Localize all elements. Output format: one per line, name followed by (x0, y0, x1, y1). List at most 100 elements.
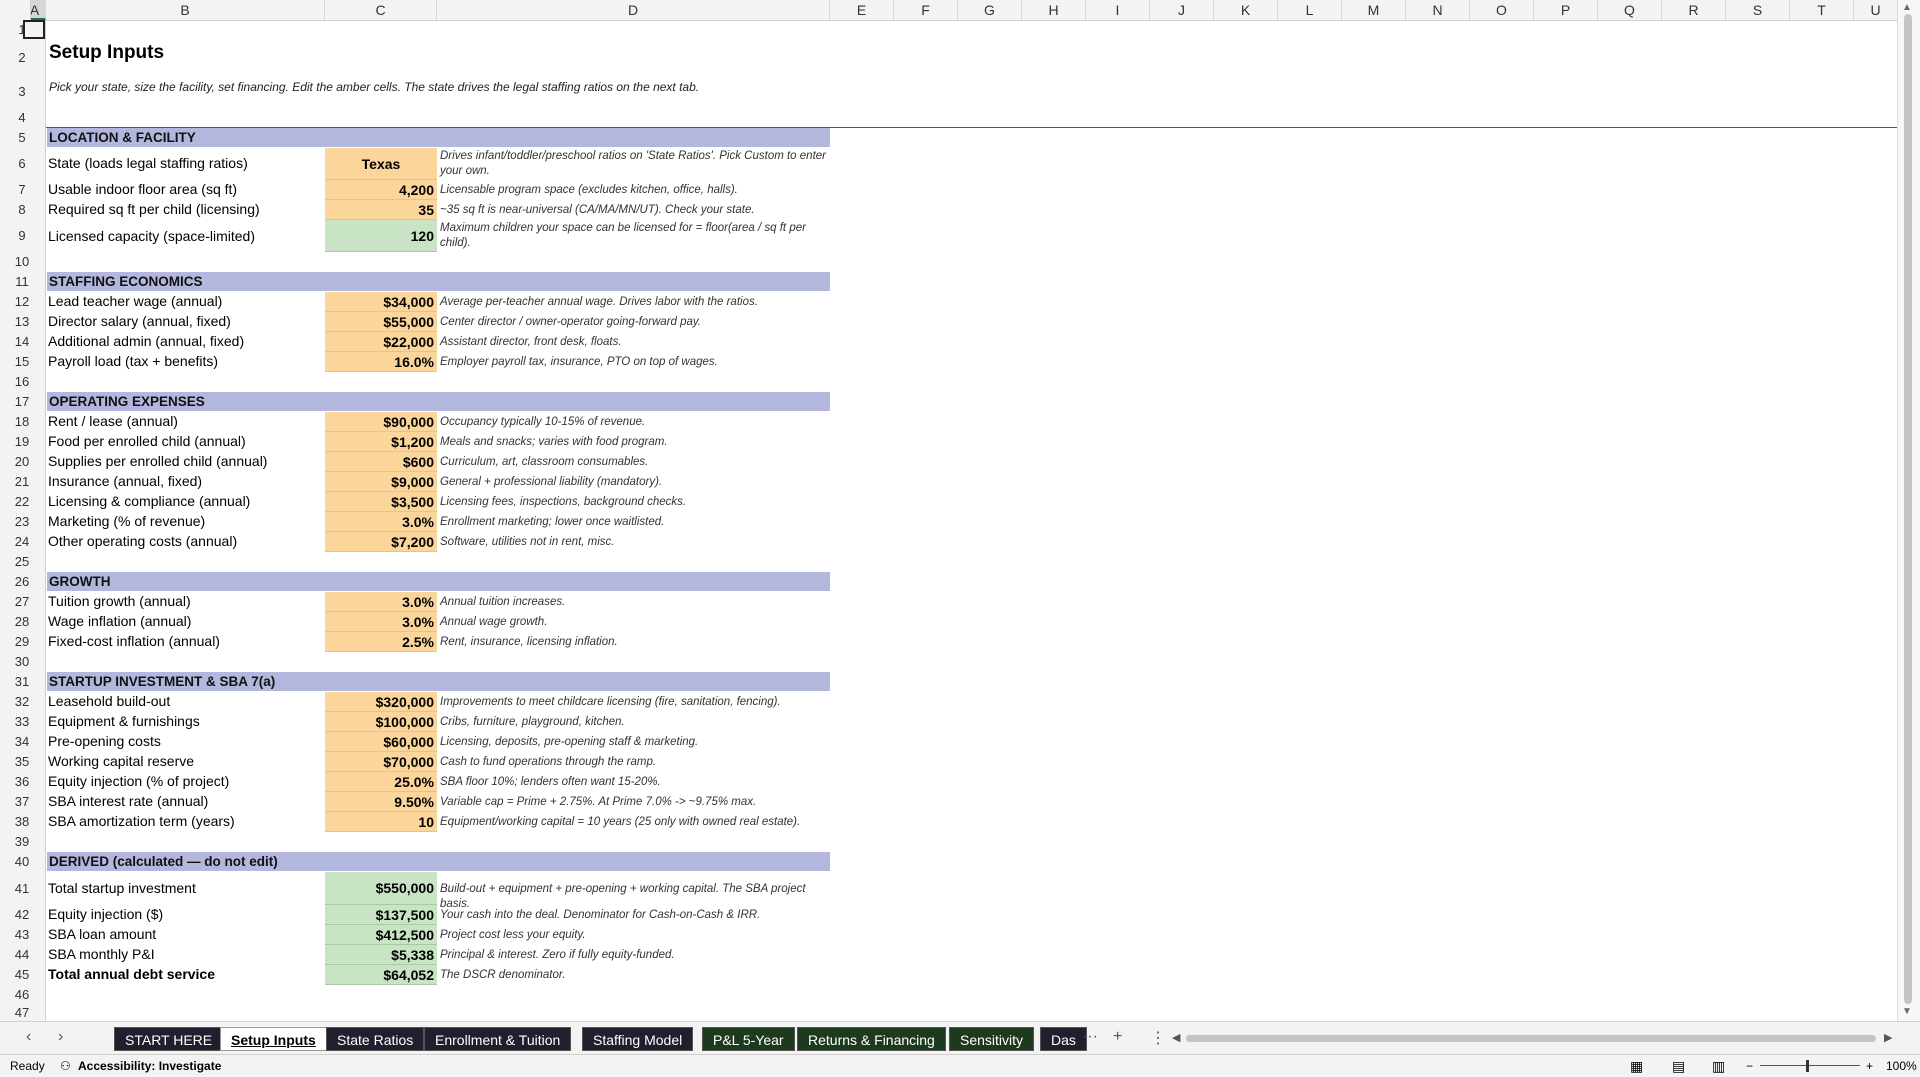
input-cell[interactable]: $320,000 (325, 692, 437, 712)
row-header[interactable]: 22 (0, 492, 44, 512)
input-cell[interactable]: $1,200 (325, 432, 437, 452)
row-header[interactable]: 3 (0, 76, 44, 108)
input-cell[interactable]: $600 (325, 452, 437, 472)
row-header[interactable]: 5 (0, 128, 44, 148)
input-cell[interactable]: $34,000 (325, 292, 437, 312)
input-cell[interactable]: 2.5% (325, 632, 437, 652)
tab-pl-5-year[interactable]: P&L 5-Year (702, 1027, 795, 1051)
row-header[interactable]: 24 (0, 532, 44, 552)
scroll-thumb[interactable] (1904, 14, 1912, 1004)
calc-cell-total[interactable]: $64,052 (325, 965, 437, 985)
row-header[interactable]: 26 (0, 572, 44, 592)
column-header-f[interactable]: F (894, 0, 958, 20)
calc-cell[interactable]: $550,000 (325, 872, 437, 905)
row-header[interactable]: 44 (0, 945, 44, 965)
page-layout-icon[interactable]: ▤ (1672, 1055, 1685, 1077)
tab-start-here[interactable]: START HERE (114, 1027, 224, 1051)
column-header-q[interactable]: Q (1598, 0, 1662, 20)
input-cell[interactable]: 16.0% (325, 352, 437, 372)
input-cell[interactable]: $70,000 (325, 752, 437, 772)
column-header-b[interactable]: B (46, 0, 325, 20)
column-header-p[interactable]: P (1534, 0, 1598, 20)
row-header[interactable]: 31 (0, 672, 44, 692)
scroll-up-icon[interactable]: ▲ (1902, 2, 1912, 13)
row-header[interactable]: 15 (0, 352, 44, 372)
row-header[interactable]: 4 (0, 108, 44, 128)
row-header[interactable]: 10 (0, 252, 44, 272)
normal-view-icon[interactable]: ▦ (1630, 1055, 1643, 1077)
row-header[interactable]: 16 (0, 372, 44, 392)
row-header[interactable]: 33 (0, 712, 44, 732)
page-break-icon[interactable]: ▥ (1712, 1055, 1725, 1077)
row-header[interactable]: 45 (0, 965, 44, 985)
row-header[interactable]: 21 (0, 472, 44, 492)
input-cell[interactable]: 3.0% (325, 512, 437, 532)
column-header-s[interactable]: S (1726, 0, 1790, 20)
tab-dashboard[interactable]: Das (1040, 1027, 1087, 1051)
row-header[interactable]: 46 (0, 985, 44, 1005)
row-header[interactable]: 13 (0, 312, 44, 332)
zoom-in-icon[interactable]: + (1866, 1055, 1873, 1077)
column-header-o[interactable]: O (1470, 0, 1534, 20)
column-header-u[interactable]: U (1854, 0, 1898, 20)
input-cell[interactable]: $55,000 (325, 312, 437, 332)
column-header-t[interactable]: T (1790, 0, 1854, 20)
row-header[interactable]: 14 (0, 332, 44, 352)
column-header-k[interactable]: K (1214, 0, 1278, 20)
column-header-h[interactable]: H (1022, 0, 1086, 20)
row-header[interactable]: 40 (0, 852, 44, 872)
input-cell[interactable]: 35 (325, 200, 437, 220)
column-header-m[interactable]: M (1342, 0, 1406, 20)
row-header[interactable]: 37 (0, 792, 44, 812)
row-header[interactable]: 34 (0, 732, 44, 752)
zoom-slider-thumb[interactable] (1806, 1060, 1809, 1072)
input-cell[interactable]: $90,000 (325, 412, 437, 432)
input-cell[interactable]: $7,200 (325, 532, 437, 552)
row-header[interactable]: 12 (0, 292, 44, 312)
input-cell[interactable]: 3.0% (325, 612, 437, 632)
row-header[interactable]: 27 (0, 592, 44, 612)
add-sheet-icon[interactable]: + (1113, 1028, 1122, 1046)
column-header-e[interactable]: E (830, 0, 894, 20)
row-header[interactable]: 30 (0, 652, 44, 672)
accessibility-icon[interactable]: ⚇ (60, 1055, 71, 1077)
input-cell[interactable]: $22,000 (325, 332, 437, 352)
row-header[interactable]: 42 (0, 905, 44, 925)
zoom-level[interactable]: 100% (1886, 1055, 1917, 1077)
input-cell[interactable]: 25.0% (325, 772, 437, 792)
calc-cell[interactable]: $5,338 (325, 945, 437, 965)
column-header-r[interactable]: R (1662, 0, 1726, 20)
row-header[interactable]: 9 (0, 220, 44, 252)
input-cell[interactable]: $3,500 (325, 492, 437, 512)
calc-cell[interactable]: $412,500 (325, 925, 437, 945)
column-header-g[interactable]: G (958, 0, 1022, 20)
column-header-n[interactable]: N (1406, 0, 1470, 20)
input-cell[interactable]: $60,000 (325, 732, 437, 752)
column-header-c[interactable]: C (325, 0, 437, 20)
tab-state-ratios[interactable]: State Ratios (326, 1027, 425, 1051)
row-header[interactable]: 19 (0, 432, 44, 452)
row-header[interactable]: 20 (0, 452, 44, 472)
row-header[interactable]: 29 (0, 632, 44, 652)
tab-returns-financing[interactable]: Returns & Financing (797, 1027, 946, 1051)
accessibility-status[interactable]: Accessibility: Investigate (78, 1055, 221, 1077)
row-header[interactable]: 36 (0, 772, 44, 792)
tab-next-icon[interactable]: › (58, 1028, 63, 1046)
zoom-slider-track[interactable] (1760, 1065, 1860, 1066)
tab-staffing-model[interactable]: Staffing Model (582, 1027, 694, 1051)
tab-enrollment-tuition[interactable]: Enrollment & Tuition (424, 1027, 572, 1051)
row-header[interactable]: 41 (0, 872, 44, 905)
row-header[interactable]: 2 (0, 40, 44, 76)
input-cell[interactable]: $9,000 (325, 472, 437, 492)
input-cell[interactable]: 4,200 (325, 180, 437, 200)
input-cell[interactable]: 9.50% (325, 792, 437, 812)
row-header[interactable]: 28 (0, 612, 44, 632)
column-header-l[interactable]: L (1278, 0, 1342, 20)
zoom-out-icon[interactable]: − (1746, 1055, 1753, 1077)
tab-sensitivity[interactable]: Sensitivity (949, 1027, 1035, 1051)
sheet-grid[interactable]: Setup Inputs Pick your state, size the f… (46, 20, 1898, 1021)
input-cell[interactable]: $100,000 (325, 712, 437, 732)
row-header[interactable]: 17 (0, 392, 44, 412)
calc-cell[interactable]: $137,500 (325, 905, 437, 925)
row-header[interactable]: 39 (0, 832, 44, 852)
